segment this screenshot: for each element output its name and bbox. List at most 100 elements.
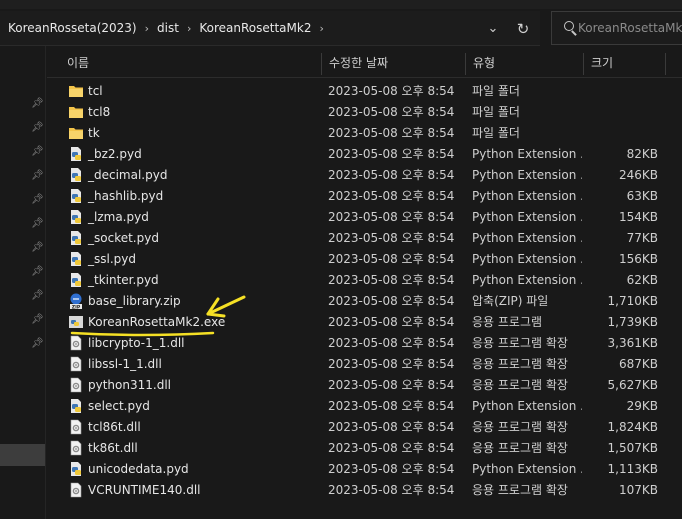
column-header-size[interactable]: 크기	[583, 49, 665, 77]
column-header: 이름 수정한 날짜 유형 크기	[47, 49, 682, 78]
file-row[interactable]: tk 2023-05-08 오후 8:54 파일 폴더	[66, 123, 682, 144]
breadcrumb-item-current[interactable]: KoreanRosettaMk2	[195, 21, 315, 35]
python-file-icon	[68, 230, 84, 246]
file-row[interactable]: libcrypto-1_1.dll 2023-05-08 오후 8:54 응용 프로…	[66, 333, 682, 354]
file-row[interactable]: _tkinter.pyd 2023-05-08 오후 8:54 Python Ext…	[66, 270, 682, 291]
file-list: tcl 2023-05-08 오후 8:54 파일 폴더 tcl8 2023-05-08…	[66, 81, 682, 501]
pin-icon[interactable]: 📌︎	[31, 338, 44, 350]
column-header-name[interactable]: 이름	[59, 49, 321, 77]
file-row[interactable]: tcl8 2023-05-08 오후 8:54 파일 폴더	[66, 102, 682, 123]
file-name: tk86t.dll	[88, 441, 138, 455]
file-date: 2023-05-08 오후 8:54	[328, 231, 455, 245]
column-divider[interactable]	[665, 53, 666, 75]
file-size: 1,710KB	[607, 294, 658, 308]
search-input[interactable]: KoreanRosettaMk2	[551, 11, 682, 45]
file-name: tk	[88, 126, 100, 140]
file-date: 2023-05-08 오후 8:54	[328, 462, 455, 476]
file-size: 5,627KB	[607, 378, 658, 392]
file-date: 2023-05-08 오후 8:54	[328, 378, 455, 392]
file-row[interactable]: _hashlib.pyd 2023-05-08 오후 8:54 Python Ext…	[66, 186, 682, 207]
file-name: _decimal.pyd	[88, 168, 168, 182]
file-row[interactable]: select.pyd 2023-05-08 오후 8:54 Python Exten…	[66, 396, 682, 417]
file-row[interactable]: python311.dll 2023-05-08 오후 8:54 응용 프로그램 확…	[66, 375, 682, 396]
pin-icon[interactable]: 📌︎	[31, 242, 44, 254]
file-name: _lzma.pyd	[88, 210, 149, 224]
pin-icon[interactable]: 📌︎	[31, 194, 44, 206]
file-name: _socket.pyd	[88, 231, 159, 245]
pin-icon[interactable]: 📌︎	[31, 266, 44, 278]
file-size: 3,361KB	[607, 336, 658, 350]
file-date: 2023-05-08 오후 8:54	[328, 168, 455, 182]
file-type: 응용 프로그램 확장	[472, 441, 568, 455]
folder-icon	[68, 125, 84, 141]
file-date: 2023-05-08 오후 8:54	[328, 357, 455, 371]
dll-icon	[68, 482, 84, 498]
file-name: tcl8	[88, 105, 111, 119]
file-row[interactable]: tcl 2023-05-08 오후 8:54 파일 폴더	[66, 81, 682, 102]
file-row[interactable]: libssl-1_1.dll 2023-05-08 오후 8:54 응용 프로그램 …	[66, 354, 682, 375]
pin-icon[interactable]: 📌︎	[31, 170, 44, 182]
column-header-date[interactable]: 수정한 날짜	[321, 49, 465, 77]
pin-icon[interactable]: 📌︎	[31, 290, 44, 302]
chevron-right-icon[interactable]: ›	[315, 22, 327, 35]
file-name: libssl-1_1.dll	[88, 357, 162, 371]
pin-icon[interactable]: 📌︎	[31, 146, 44, 158]
nav-item-selected[interactable]	[0, 444, 45, 466]
file-date: 2023-05-08 오후 8:54	[328, 336, 455, 350]
python-file-icon	[68, 167, 84, 183]
file-type: 파일 폴더	[472, 105, 520, 119]
file-type: 응용 프로그램 확장	[472, 336, 568, 350]
python-file-icon	[68, 398, 84, 414]
chevron-down-icon[interactable]: ⌄	[483, 19, 503, 39]
file-row[interactable]: _decimal.pyd 2023-05-08 오후 8:54 Python Ext…	[66, 165, 682, 186]
file-date: 2023-05-08 오후 8:54	[328, 294, 455, 308]
file-type: Python Extension ...	[472, 147, 582, 161]
file-name: _hashlib.pyd	[88, 189, 164, 203]
pane-divider[interactable]	[45, 46, 46, 519]
file-date: 2023-05-08 오후 8:54	[328, 84, 455, 98]
navigation-pane[interactable]: 📌︎ 📌︎ 📌︎ 📌︎ 📌︎ 📌︎ 📌︎ 📌︎ 📌︎ 📌︎ 📌︎	[0, 46, 48, 519]
file-size: 246KB	[618, 168, 658, 182]
file-row[interactable]: ZIP base_library.zip 2023-05-08 오후 8:54 압축(…	[66, 291, 682, 312]
file-date: 2023-05-08 오후 8:54	[328, 147, 455, 161]
file-size: 1,739KB	[607, 315, 658, 329]
file-date: 2023-05-08 오후 8:54	[328, 399, 455, 413]
breadcrumb-item-root[interactable]: KoreanRosseta(2023)	[4, 21, 141, 35]
file-row[interactable]: tk86t.dll 2023-05-08 오후 8:54 응용 프로그램 확장 1,5…	[66, 438, 682, 459]
title-strip	[0, 0, 682, 9]
file-type: Python Extension ...	[472, 273, 582, 287]
file-row[interactable]: _bz2.pyd 2023-05-08 오후 8:54 Python Extensi…	[66, 144, 682, 165]
file-date: 2023-05-08 오후 8:54	[328, 189, 455, 203]
file-size: 63KB	[626, 189, 658, 203]
file-row[interactable]: KoreanRosettaMk2.exe 2023-05-08 오후 8:54 응용…	[66, 312, 682, 333]
file-type: 파일 폴더	[472, 126, 520, 140]
pin-icon[interactable]: 📌︎	[31, 122, 44, 134]
address-bar[interactable]: KoreanRosseta(2023) › dist › KoreanRoset…	[0, 11, 540, 46]
file-size: 82KB	[626, 147, 658, 161]
file-row[interactable]: _lzma.pyd 2023-05-08 오후 8:54 Python Extens…	[66, 207, 682, 228]
file-name: select.pyd	[88, 399, 150, 413]
file-name: unicodedata.pyd	[88, 462, 189, 476]
file-row[interactable]: _ssl.pyd 2023-05-08 오후 8:54 Python Extensi…	[66, 249, 682, 270]
search-placeholder: KoreanRosettaMk2	[578, 21, 682, 35]
python-file-icon	[68, 209, 84, 225]
file-row[interactable]: tcl86t.dll 2023-05-08 오후 8:54 응용 프로그램 확장 1,…	[66, 417, 682, 438]
file-date: 2023-05-08 오후 8:54	[328, 126, 455, 140]
file-type: 응용 프로그램 확장	[472, 483, 568, 497]
pin-icon[interactable]: 📌︎	[31, 314, 44, 326]
refresh-icon[interactable]: ↻	[512, 19, 534, 39]
chevron-right-icon[interactable]: ›	[183, 22, 195, 35]
file-name: tcl86t.dll	[88, 420, 141, 434]
pin-icon[interactable]: 📌︎	[31, 98, 44, 110]
dll-icon	[68, 377, 84, 393]
breadcrumb-item-dist[interactable]: dist	[153, 21, 183, 35]
file-row[interactable]: VCRUNTIME140.dll 2023-05-08 오후 8:54 응용 프로그…	[66, 480, 682, 501]
pin-icon[interactable]: 📌︎	[31, 218, 44, 230]
file-row[interactable]: unicodedata.pyd 2023-05-08 오후 8:54 Python …	[66, 459, 682, 480]
dll-icon	[68, 440, 84, 456]
file-size: 29KB	[626, 399, 658, 413]
chevron-right-icon[interactable]: ›	[141, 22, 153, 35]
file-row[interactable]: _socket.pyd 2023-05-08 오후 8:54 Python Exte…	[66, 228, 682, 249]
file-type: 응용 프로그램	[472, 315, 543, 329]
column-header-type[interactable]: 유형	[465, 49, 583, 77]
